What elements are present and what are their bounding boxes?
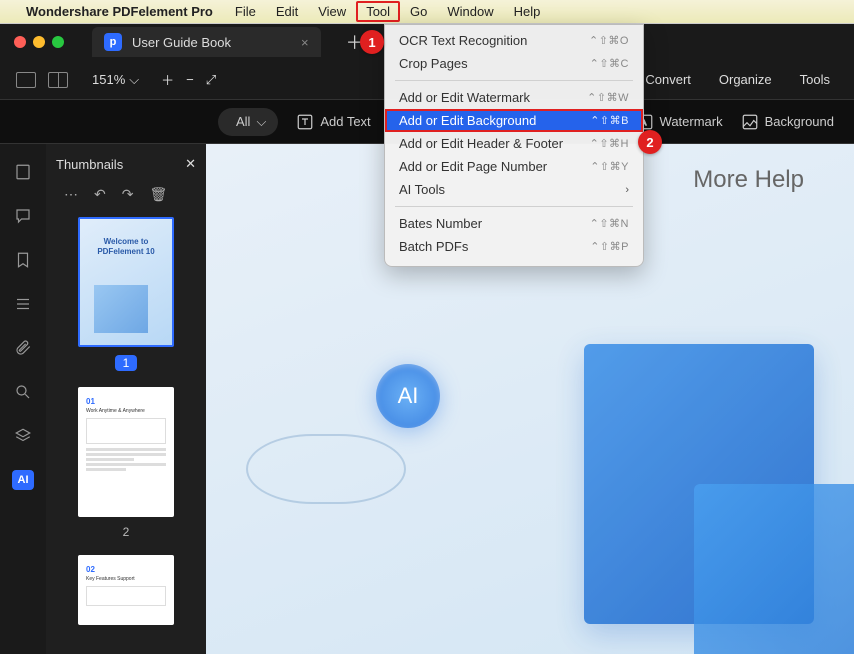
minimize-window-button[interactable] bbox=[33, 36, 45, 48]
menu-go[interactable]: Go bbox=[400, 1, 437, 22]
menu-help[interactable]: Help bbox=[504, 1, 551, 22]
ai-panel-icon[interactable]: AI bbox=[12, 470, 34, 490]
canvas-decor-ring bbox=[246, 434, 406, 504]
close-window-button[interactable] bbox=[14, 36, 26, 48]
more-help-text: More Help bbox=[693, 166, 804, 194]
add-text-button[interactable]: Add Text bbox=[296, 113, 370, 131]
menu-edit[interactable]: Edit bbox=[266, 1, 308, 22]
menu-page-number[interactable]: Add or Edit Page Number ⌃⇧⌘Y bbox=[385, 155, 643, 178]
menu-separator bbox=[395, 80, 633, 81]
page-number-1: 1 bbox=[115, 355, 138, 371]
background-button[interactable]: Background bbox=[741, 113, 834, 131]
convert-menu[interactable]: Convert bbox=[637, 68, 699, 91]
comments-panel-icon[interactable] bbox=[13, 206, 33, 226]
menu-batch-pdfs[interactable]: Batch PDFs ⌃⇧⌘P bbox=[385, 235, 643, 258]
text-icon bbox=[296, 113, 314, 131]
zoom-value: 151% bbox=[92, 72, 125, 87]
thumbnails-title: Thumbnails bbox=[56, 157, 123, 172]
rotate-left-icon[interactable]: ↶ bbox=[94, 186, 106, 203]
menu-header-footer[interactable]: Add or Edit Header & Footer ⌃⇧⌘H bbox=[385, 132, 643, 155]
thumbnails-panel-icon[interactable] bbox=[13, 162, 33, 182]
zoom-control[interactable]: 151% ⌵ bbox=[92, 72, 139, 88]
close-panel-icon[interactable]: ✕ bbox=[185, 156, 196, 172]
attachments-panel-icon[interactable] bbox=[13, 338, 33, 358]
menu-ocr[interactable]: OCR Text Recognition ⌃⇧⌘O bbox=[385, 29, 643, 52]
thumbnails-panel: Thumbnails ✕ ⋯ ↶ ↷ 🗑 Welcome to PDFeleme… bbox=[46, 144, 206, 654]
left-sidebar: AI bbox=[0, 144, 46, 654]
chevron-down-icon: ⌵ bbox=[256, 114, 266, 130]
zoom-chevron-icon[interactable]: ⌵ bbox=[129, 72, 139, 88]
close-tab-icon[interactable]: × bbox=[301, 35, 309, 50]
page-number-2: 2 bbox=[123, 525, 130, 539]
search-panel-icon[interactable] bbox=[13, 382, 33, 402]
organize-menu[interactable]: Organize bbox=[711, 68, 780, 91]
fullscreen-window-button[interactable] bbox=[52, 36, 64, 48]
single-page-view-icon[interactable] bbox=[16, 72, 36, 88]
layers-panel-icon[interactable] bbox=[13, 426, 33, 446]
app-name[interactable]: Wondershare PDFelement Pro bbox=[26, 4, 213, 19]
zoom-out-button[interactable]: − bbox=[186, 72, 194, 87]
document-tab[interactable]: p User Guide Book × bbox=[92, 27, 321, 57]
thumbnail-page-2[interactable]: 01 Work Anytime & Anywhere bbox=[78, 387, 174, 517]
tab-title: User Guide Book bbox=[132, 35, 231, 50]
menu-view[interactable]: View bbox=[308, 1, 356, 22]
submenu-arrow-icon: › bbox=[625, 184, 629, 196]
thumbnail-page-1[interactable]: Welcome to PDFelement 10 bbox=[78, 217, 174, 347]
menu-tool[interactable]: Tool bbox=[356, 1, 400, 22]
menu-separator bbox=[395, 206, 633, 207]
background-icon bbox=[741, 113, 759, 131]
menu-bates-number[interactable]: Bates Number ⌃⇧⌘N bbox=[385, 212, 643, 235]
annotation-badge-1: 1 bbox=[360, 30, 384, 54]
menu-background[interactable]: Add or Edit Background ⌃⇧⌘B bbox=[385, 109, 643, 132]
more-icon[interactable]: ⋯ bbox=[64, 186, 78, 203]
tool-dropdown-menu: OCR Text Recognition ⌃⇧⌘O Crop Pages ⌃⇧⌘… bbox=[384, 24, 644, 267]
all-tool-button[interactable]: All ⌵ bbox=[218, 108, 278, 136]
menu-watermark[interactable]: Add or Edit Watermark ⌃⇧⌘W bbox=[385, 86, 643, 109]
canvas-decor-cube2 bbox=[694, 484, 854, 654]
mac-menubar: Wondershare PDFelement Pro File Edit Vie… bbox=[0, 0, 854, 24]
menu-file[interactable]: File bbox=[225, 1, 266, 22]
fields-panel-icon[interactable] bbox=[13, 294, 33, 314]
doc-icon: p bbox=[104, 33, 122, 51]
watermark-button[interactable]: A Watermark bbox=[636, 113, 723, 131]
annotation-badge-2: 2 bbox=[638, 130, 662, 154]
menu-window[interactable]: Window bbox=[437, 1, 503, 22]
traffic-lights bbox=[14, 36, 64, 48]
fit-page-button[interactable]: ⤢ bbox=[206, 72, 216, 88]
menu-crop-pages[interactable]: Crop Pages ⌃⇧⌘C bbox=[385, 52, 643, 75]
two-page-view-icon[interactable] bbox=[48, 72, 68, 88]
delete-page-icon[interactable]: 🗑 bbox=[149, 186, 167, 203]
tools-menu[interactable]: Tools bbox=[792, 68, 838, 91]
menu-ai-tools[interactable]: AI Tools › bbox=[385, 178, 643, 201]
zoom-in-button[interactable]: ＋ bbox=[161, 70, 174, 89]
ai-badge-icon: AI bbox=[376, 364, 440, 428]
thumbnail-page-3[interactable]: 02 Key Features Support bbox=[78, 555, 174, 625]
rotate-right-icon[interactable]: ↷ bbox=[122, 186, 134, 203]
bookmarks-panel-icon[interactable] bbox=[13, 250, 33, 270]
